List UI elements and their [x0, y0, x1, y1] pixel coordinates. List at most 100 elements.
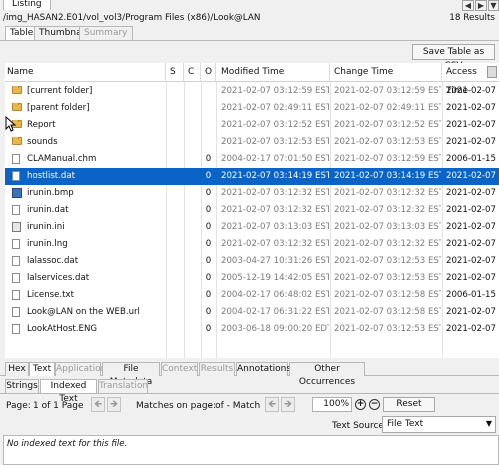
- access-time: 2021-02-07: [446, 256, 496, 266]
- access-time: 2006-01-15: [446, 154, 496, 164]
- modified-time: 2021-02-07 02:49:11 EST: [221, 103, 329, 113]
- change-time: 2021-02-07 03:12:53 EST: [334, 324, 441, 334]
- modified-time: 2021-02-07 03:12:59 EST: [221, 86, 329, 96]
- access-time: 2021-02-07: [446, 205, 496, 215]
- folder-icon: [12, 86, 22, 97]
- column-chooser-icon[interactable]: [487, 66, 497, 78]
- table-row[interactable]: irunin.lng 0 2021-02-07 03:12:32 EST 2021-0…: [5, 236, 499, 253]
- reset-button[interactable]: Reset: [383, 397, 435, 412]
- change-time: 2021-02-07 03:12:32 EST: [334, 188, 441, 198]
- subtab-translation[interactable]: Translation: [98, 379, 148, 393]
- o-value: 0: [205, 154, 212, 164]
- o-value: 0: [205, 222, 212, 232]
- file-icon: [12, 256, 20, 269]
- access-time: 2021-02-07: [446, 222, 496, 232]
- table-row[interactable]: irunin.dat 0 2021-02-07 03:12:32 EST 2021-0…: [5, 202, 499, 219]
- modified-time: 2021-02-07 03:12:53 EST: [221, 137, 329, 147]
- file-icon: [12, 307, 20, 320]
- file-icon: [12, 273, 20, 286]
- nav-left-button[interactable]: ◀: [462, 0, 474, 11]
- tab-summary[interactable]: Summary: [79, 26, 133, 40]
- table-row[interactable]: irunin.bmp 0 2021-02-07 03:12:32 EST 2021-0…: [5, 185, 499, 202]
- folder-icon: [12, 137, 22, 148]
- change-time: 2021-02-07 03:12:59 EST: [334, 154, 441, 164]
- column-header-c[interactable]: C: [184, 63, 201, 82]
- file-name: lalservices.dat: [27, 273, 90, 283]
- subtab-indexed-text[interactable]: Indexed Text: [40, 379, 97, 404]
- modified-time: 2021-02-07 03:12:32 EST: [221, 239, 329, 249]
- content-tab-annotations[interactable]: Annotations: [236, 362, 291, 376]
- access-time: 2021-02-07: [446, 86, 496, 96]
- content-tab-hex[interactable]: Hex: [5, 362, 29, 376]
- subtab-strings[interactable]: Strings: [5, 379, 39, 393]
- modified-time: 2005-12-19 14:42:05 EST: [221, 273, 329, 283]
- modified-time: 2003-04-27 10:31:26 EST: [221, 256, 329, 266]
- content-tab-context[interactable]: Context: [161, 362, 198, 376]
- file-name: hostlist.dat: [27, 171, 75, 181]
- change-time: 2021-02-07 03:12:32 EST: [334, 239, 441, 249]
- o-value: 0: [205, 205, 212, 215]
- file-name: [parent folder]: [27, 103, 90, 113]
- change-time: 2021-02-07 03:12:52 EST: [334, 120, 441, 130]
- table-row[interactable]: LookAtHost.ENG 0 2003-06-18 09:00:20 EDT 20…: [5, 321, 499, 338]
- next-page-button[interactable]: 🡺: [107, 397, 121, 412]
- access-time: 2021-02-07: [446, 120, 496, 130]
- listing-tab[interactable]: Listing: [3, 0, 51, 10]
- file-name: Report: [27, 120, 56, 130]
- table-row[interactable]: CLAManual.chm 0 2004-02-17 07:01:50 EST 202…: [5, 151, 499, 168]
- file-name: License.txt: [27, 290, 74, 300]
- mouse-cursor-icon: [5, 116, 17, 132]
- table-row[interactable]: irunin.ini 0 2021-02-07 03:13:03 EST 2021-0…: [5, 219, 499, 236]
- change-time: 2021-02-07 03:12:58 EST: [334, 290, 441, 300]
- content-tab-file-metadata[interactable]: File Metadata: [102, 362, 160, 387]
- column-header-o[interactable]: O: [201, 63, 216, 82]
- content-tab-application[interactable]: Application: [55, 362, 106, 376]
- text-source-select[interactable]: File Text ▼: [382, 416, 496, 433]
- change-time: 2021-02-07 03:12:53 EST: [334, 137, 441, 147]
- next-match-button[interactable]: 🡺: [281, 397, 295, 412]
- column-header-modified-time[interactable]: Modified Time: [216, 63, 330, 82]
- nav-right-button[interactable]: ▶: [475, 0, 487, 11]
- text-source-label: Text Source:: [332, 421, 388, 431]
- table-row[interactable]: sounds 2021-02-07 03:12:53 EST 2021-02-07 …: [5, 134, 499, 151]
- file-icon: [12, 171, 20, 184]
- table-row[interactable]: [parent folder] 2021-02-07 02:49:11 EST 20…: [5, 100, 499, 117]
- table-row[interactable]: lalservices.dat 0 2005-12-19 14:42:05 EST 2…: [5, 270, 499, 287]
- file-name: CLAManual.chm: [27, 154, 97, 164]
- modified-time: 2021-02-07 03:12:32 EST: [221, 205, 329, 215]
- column-header-s[interactable]: S: [166, 63, 184, 82]
- access-time: 2021-02-07: [446, 307, 496, 317]
- modified-time: 2021-02-07 03:14:19 EST: [221, 171, 329, 181]
- o-value: 0: [205, 256, 212, 266]
- content-tab-results[interactable]: Results: [199, 362, 235, 376]
- column-header-name[interactable]: Name: [5, 63, 166, 82]
- settings-file-icon: [12, 222, 21, 235]
- save-table-csv-button[interactable]: Save Table as CSV: [412, 44, 495, 71]
- text-content-area[interactable]: No indexed text for this file.: [3, 435, 499, 465]
- content-tab-text[interactable]: Text: [29, 362, 55, 376]
- nav-menu-button[interactable]: ▼: [488, 0, 499, 11]
- access-time: 2021-02-07: [446, 137, 496, 147]
- subtab-underline: [0, 393, 499, 394]
- result-count: 18 Results: [449, 13, 495, 23]
- text-source-value: File Text: [387, 419, 424, 429]
- access-time: 2021-02-07: [446, 188, 496, 198]
- zoom-in-icon[interactable]: +: [355, 399, 366, 410]
- table-row[interactable]: Look@LAN on the WEB.url 0 2004-02-17 06:31…: [5, 304, 499, 321]
- chevron-down-icon: ▼: [485, 419, 492, 428]
- o-value: 0: [205, 273, 212, 283]
- table-row[interactable]: hostlist.dat 0 2021-02-07 03:14:19 EST 2021…: [4, 167, 499, 186]
- prev-match-button[interactable]: 🡸: [265, 397, 279, 412]
- file-name: irunin.bmp: [27, 188, 74, 198]
- table-row[interactable]: License.txt 0 2004-02-17 06:48:02 EST 2021-…: [5, 287, 499, 304]
- file-name: sounds: [27, 137, 58, 147]
- table-row[interactable]: lalassoc.dat 0 2003-04-27 10:31:26 EST 2021…: [5, 253, 499, 270]
- zoom-out-icon[interactable]: −: [369, 399, 380, 410]
- column-header-change-time[interactable]: Change Time: [330, 63, 442, 82]
- table-row[interactable]: [current folder] 2021-02-07 03:12:59 EST 2…: [5, 83, 499, 100]
- file-name: irunin.ini: [27, 222, 65, 232]
- modified-time: 2021-02-07 03:12:32 EST: [221, 188, 329, 198]
- table-row[interactable]: Report 2021-02-07 03:12:52 EST 2021-02-07 …: [5, 117, 499, 134]
- content-tab-other-occurrences[interactable]: Other Occurrences: [289, 362, 365, 387]
- prev-page-button[interactable]: 🡸: [91, 397, 105, 412]
